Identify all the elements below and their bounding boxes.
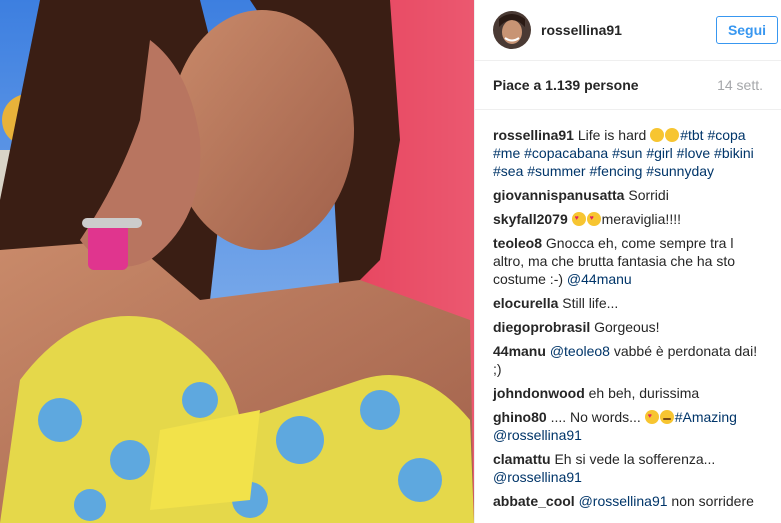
comment-text: meraviglia!!!! xyxy=(601,211,681,227)
post-photo-image xyxy=(0,0,474,523)
list-item: diegoprobrasil Gorgeous! xyxy=(493,318,763,336)
post-photo[interactable] xyxy=(0,0,474,523)
list-item: skyfall2079 meraviglia!!!! xyxy=(493,210,763,228)
list-item: clamattu Eh si vede la sofferenza... @ro… xyxy=(493,450,763,486)
likes-count[interactable]: Piace a 1.139 persone xyxy=(493,77,639,93)
post-header: rossellina91 Segui xyxy=(475,0,781,61)
comment-text: Gorgeous! xyxy=(594,319,660,335)
post-viewer: rossellina91 Segui Piace a 1.139 persone… xyxy=(0,0,781,523)
wink-emoji-icon xyxy=(659,410,674,424)
follow-button[interactable]: Segui xyxy=(716,16,778,44)
comment-text: Still life... xyxy=(562,295,619,311)
comment-mention[interactable]: @rossellina91 xyxy=(493,427,582,443)
comment-username[interactable]: giovannispanusatta xyxy=(493,187,624,203)
comment-text: .... No words... xyxy=(550,409,641,425)
comment-text: Eh si vede la sofferenza... xyxy=(554,451,716,467)
list-item: elocurella Still life... xyxy=(493,294,763,312)
post-sidebar: rossellina91 Segui Piace a 1.139 persone… xyxy=(474,0,781,523)
list-item: 44manu @teoleo8 vabbé è perdonata dai! ;… xyxy=(493,342,763,378)
comment-text: eh beh, durissima xyxy=(588,385,700,401)
list-item: ghino80 .... No words... #Amazing @rosse… xyxy=(493,408,763,444)
list-item: abbate_cool @rossellina91 non sorridere xyxy=(493,492,763,510)
heart-eyes-emoji-icon xyxy=(644,410,659,424)
blush-emoji-icon xyxy=(665,128,680,142)
username[interactable]: rossellina91 xyxy=(541,22,716,38)
comment-username[interactable]: johndonwood xyxy=(493,385,585,401)
comment-username[interactable]: abbate_cool xyxy=(493,493,575,509)
comment-mention[interactable]: @44manu xyxy=(567,271,632,287)
comment-text: non sorridere xyxy=(667,493,754,509)
avatar-photo-icon xyxy=(493,11,531,49)
list-item: teoleo8 Gnocca eh, come sempre tra l alt… xyxy=(493,234,763,288)
comment-mention[interactable]: @rossellina91 xyxy=(579,493,668,509)
comment-mention[interactable]: @rossellina91 xyxy=(493,469,582,485)
likes-bar: Piace a 1.139 persone 14 sett. xyxy=(475,61,781,110)
post-age[interactable]: 14 sett. xyxy=(717,77,763,93)
heart-eyes-emoji-icon xyxy=(586,212,601,226)
comment-username[interactable]: diegoprobrasil xyxy=(493,319,590,335)
comment-username[interactable]: elocurella xyxy=(493,295,558,311)
list-item: giovannispanusatta Sorridi xyxy=(493,186,763,204)
comment-username[interactable]: ghino80 xyxy=(493,409,547,425)
list-item: johndonwood eh beh, durissima xyxy=(493,384,763,402)
laugh-emoji-icon xyxy=(650,128,665,142)
comment-username[interactable]: skyfall2079 xyxy=(493,211,568,227)
comment-hashtag[interactable]: #Amazing xyxy=(675,409,737,425)
avatar[interactable] xyxy=(493,11,531,49)
caption: rossellina91 Life is hard #tbt #copa #me… xyxy=(493,126,763,180)
comment-username[interactable]: clamattu xyxy=(493,451,551,467)
heart-eyes-emoji-icon xyxy=(571,212,586,226)
comment-username[interactable]: 44manu xyxy=(493,343,546,359)
comment-mention[interactable]: @teoleo8 xyxy=(550,343,610,359)
caption-text: Life is hard xyxy=(577,127,647,143)
comment-username[interactable]: teoleo8 xyxy=(493,235,542,251)
comment-username[interactable]: rossellina91 xyxy=(493,127,574,143)
comments-list: rossellina91 Life is hard #tbt #copa #me… xyxy=(475,110,781,510)
comment-text: Sorridi xyxy=(628,187,669,203)
